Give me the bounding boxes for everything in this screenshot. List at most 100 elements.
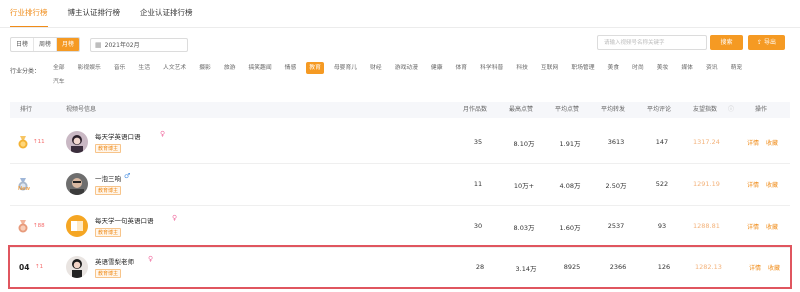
category-item[interactable]: 萌宠 [728, 62, 746, 74]
avg-likes: 1.91万 [559, 140, 581, 148]
category-tag: 教育博主 [95, 269, 122, 278]
female-icon: ♀ [172, 214, 178, 222]
avg-comments: 522 [655, 180, 669, 188]
category-item[interactable]: 游戏动漫 [392, 62, 421, 74]
tab-enterprise-ranking[interactable]: 企业认证排行榜 [140, 0, 193, 28]
table-header: 排行 视频号信息 月作品数 最高点赞 平均点赞 平均转发 平均评论 友望指数 ⓘ… [10, 102, 790, 118]
export-label: 导出 [763, 39, 776, 46]
table-row: New 一泡三响 ♂ 教育博主 11 10万+ 4.08万 2.50万 522 … [10, 164, 790, 206]
col-avg-likes: 平均点赞 [555, 106, 580, 113]
tabs-divider [0, 27, 800, 28]
account-name[interactable]: 一泡三响 [95, 173, 121, 183]
works-count: 11 [473, 180, 483, 188]
col-avg-shares: 平均转发 [601, 106, 626, 113]
rank-change: ↑1 [35, 264, 44, 270]
avg-comments: 93 [657, 222, 667, 230]
index-score: 1288.81 [693, 222, 720, 230]
category-item[interactable]: 影视娱乐 [75, 62, 104, 74]
category-item[interactable]: 全部 [50, 62, 68, 74]
gold-medal-icon [18, 136, 28, 149]
avg-shares: 2366 [609, 263, 627, 271]
category-item[interactable]: 健康 [428, 62, 446, 74]
avg-likes: 8925 [563, 263, 581, 271]
category-tag: 教育博主 [95, 186, 122, 195]
col-rank: 排行 [20, 106, 33, 113]
category-item[interactable]: 科技 [513, 62, 531, 74]
period-switch: 日榜 周榜 月榜 [10, 37, 81, 52]
index-score: 1291.19 [693, 180, 720, 188]
question-circle-icon[interactable]: ⓘ [728, 102, 734, 118]
period-daily[interactable]: 日榜 [11, 38, 33, 51]
col-max-likes: 最高点赞 [509, 106, 534, 113]
search-input[interactable] [597, 35, 707, 50]
table-row: ↑11 每天学英语口语 ♀ 教育博主 35 8.10万 1.91万 3613 1… [10, 122, 790, 164]
category-item[interactable]: 美食 [605, 62, 623, 74]
avatar[interactable] [66, 173, 88, 195]
avg-shares: 3613 [607, 138, 625, 146]
favorite-link[interactable]: 收藏 [766, 138, 778, 147]
ranking-tabs: 行业排行榜 博主认证排行榜 企业认证排行榜 [10, 0, 213, 28]
category-item[interactable]: 科学科普 [477, 62, 506, 74]
account-name[interactable]: 每天学一句英语口语 [95, 215, 154, 225]
avg-shares: 2.50万 [605, 182, 627, 190]
category-item[interactable]: 母婴育儿 [331, 62, 360, 74]
search-button[interactable]: 搜索 [710, 35, 743, 50]
category-tag: 教育博主 [95, 144, 122, 153]
detail-link[interactable]: 详情 [747, 138, 759, 147]
favorite-link[interactable]: 收藏 [768, 263, 780, 272]
category-item[interactable]: 媒体 [678, 62, 696, 74]
max-likes: 3.14万 [515, 265, 537, 273]
works-count: 35 [473, 138, 483, 146]
col-works: 月作品数 [463, 106, 488, 113]
category-item[interactable]: 财经 [367, 62, 385, 74]
avg-likes: 1.60万 [559, 224, 581, 232]
favorite-link[interactable]: 收藏 [766, 180, 778, 189]
category-item[interactable]: 职场管理 [568, 62, 597, 74]
month-picker[interactable]: ▦ 2021年02月 [90, 37, 189, 52]
works-count: 28 [475, 263, 485, 271]
category-item[interactable]: 体育 [453, 62, 471, 74]
avatar[interactable] [66, 215, 88, 237]
category-item[interactable]: 搞笑趣闻 [245, 62, 274, 74]
male-icon: ♂ [124, 172, 131, 180]
max-likes: 8.03万 [513, 224, 535, 232]
period-monthly[interactable]: 月榜 [56, 38, 80, 51]
col-ops: 操作 [755, 106, 768, 113]
max-likes: 8.10万 [513, 140, 535, 148]
export-button[interactable]: ⇪ 导出 [748, 35, 785, 50]
avatar[interactable] [66, 131, 88, 153]
detail-link[interactable]: 详情 [749, 263, 761, 272]
category-item[interactable]: 互联网 [538, 62, 561, 74]
favorite-link[interactable]: 收藏 [766, 222, 778, 231]
category-item[interactable]: 资讯 [703, 62, 721, 74]
detail-link[interactable]: 详情 [747, 180, 759, 189]
max-likes: 10万+ [513, 182, 535, 190]
tab-industry-ranking[interactable]: 行业排行榜 [10, 0, 48, 28]
category-item[interactable]: 汽车 [50, 76, 68, 88]
female-icon: ♀ [160, 130, 166, 138]
account-name[interactable]: 英语雪梨老师 [95, 256, 134, 266]
category-item[interactable]: 旅游 [221, 62, 239, 74]
category-list: 全部 影视娱乐 音乐 生活 人文艺术 摄影 旅游 搞笑趣闻 情感 教育 母婴育儿 财经 游戏动漫 健康 体育… [50, 62, 770, 90]
detail-link[interactable]: 详情 [747, 222, 759, 231]
category-item[interactable]: 生活 [135, 62, 153, 74]
avg-likes: 4.08万 [559, 182, 581, 190]
bronze-medal-icon [18, 220, 28, 233]
period-weekly[interactable]: 周榜 [33, 38, 56, 51]
category-item[interactable]: 摄影 [196, 62, 214, 74]
category-item[interactable]: 音乐 [111, 62, 129, 74]
rank-change: ↑11 [33, 139, 45, 145]
col-info: 视频号信息 [66, 106, 97, 113]
tab-blogger-ranking[interactable]: 博主认证排行榜 [68, 0, 121, 28]
category-item[interactable]: 情感 [282, 62, 300, 74]
category-item[interactable]: 时尚 [629, 62, 647, 74]
account-name[interactable]: 每天学英语口语 [95, 131, 141, 141]
category-item[interactable]: 人文艺术 [160, 62, 189, 74]
avatar[interactable] [66, 256, 88, 278]
table-row: ↑88 每天学一句英语口语 ♀ 教育博主 30 8.03万 1.60万 2537… [10, 206, 790, 248]
rank-number: 04 [19, 263, 30, 272]
calendar-icon: ▦ [95, 40, 102, 49]
rank-change: ↑88 [33, 223, 45, 229]
category-item[interactable]: 教育 [306, 62, 324, 74]
category-item[interactable]: 美妆 [654, 62, 672, 74]
